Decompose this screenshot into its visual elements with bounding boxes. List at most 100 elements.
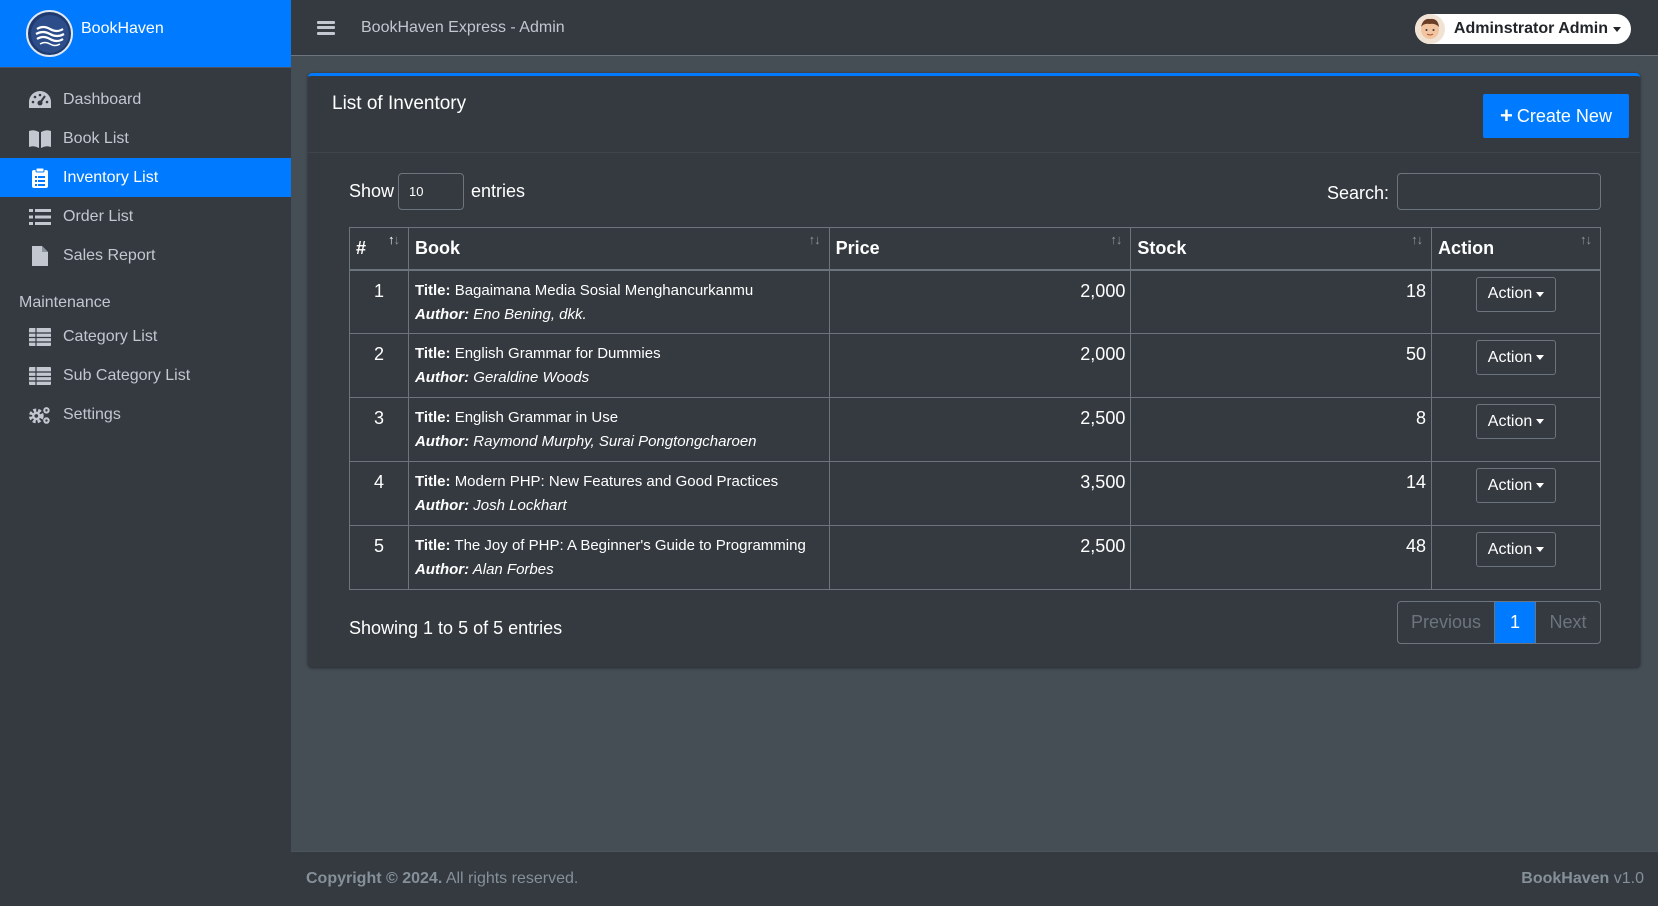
column-header-stock[interactable]: Stock ↑↓ <box>1130 227 1433 271</box>
sidebar-item-label: Book List <box>63 129 129 147</box>
action-cell: Action <box>1431 333 1601 398</box>
footer: Copyright © 2024. All rights reserved. B… <box>291 851 1658 906</box>
clipboard-icon <box>28 167 52 189</box>
price-cell: 2,500 <box>828 397 1132 462</box>
top-navbar: BookHaven Express - Admin Adminstrator A… <box>291 0 1658 56</box>
book-title: Modern PHP: New Features and Good Practi… <box>454 473 779 490</box>
sort-icon: ↑↓ <box>1110 232 1122 247</box>
price-cell: 2,000 <box>828 269 1132 334</box>
action-cell: Action <box>1431 397 1601 462</box>
sidebar-item-label: Dashboard <box>63 90 142 108</box>
table-info: Showing 1 to 5 of 5 entries <box>349 618 563 638</box>
brand-link[interactable]: BookHaven <box>0 0 291 68</box>
action-cell: Action <box>1431 269 1601 334</box>
entries-length-select[interactable]: 10 <box>398 173 464 210</box>
column-header-number[interactable]: # ↑↓ <box>349 227 409 271</box>
action-cell: Action <box>1431 525 1601 590</box>
action-dropdown-button[interactable]: Action <box>1476 468 1557 503</box>
inventory-card: List of Inventory + Create New Show 10 e… <box>308 73 1640 667</box>
dashboard-icon <box>28 89 52 111</box>
table-icon <box>28 326 52 348</box>
action-dropdown-button[interactable]: Action <box>1476 532 1557 567</box>
column-header-book[interactable]: Book ↑↓ <box>407 227 830 271</box>
table-row: 3 Title: English Grammar in Use Author: … <box>349 397 1601 462</box>
chevron-down-icon <box>1536 355 1545 360</box>
user-menu-dropdown[interactable]: Adminstrator Admin <box>1414 14 1631 44</box>
chevron-down-icon <box>1536 291 1545 297</box>
book-author: Alan Forbes <box>472 561 554 578</box>
sidebar-item-order-list[interactable]: Order List <box>0 197 291 236</box>
gears-icon <box>28 404 52 426</box>
inventory-table: # ↑↓ Book ↑↓ Price ↑↓ Stock ↑↓ Action ↑↓ 1 Ti… <box>349 227 1601 590</box>
chevron-down-icon <box>1536 547 1545 552</box>
book-cell: Title: Modern PHP: New Features and Good… <box>407 461 830 526</box>
show-label: Show <box>349 181 395 201</box>
row-number: 4 <box>349 461 409 526</box>
brand-name: BookHaven <box>81 19 164 37</box>
card-header: List of Inventory + Create New <box>308 76 1640 153</box>
price-cell: 2,500 <box>828 525 1132 590</box>
footer-version: BookHaven v1.0 <box>1521 870 1644 887</box>
column-header-price[interactable]: Price ↑↓ <box>828 227 1132 271</box>
sort-icon: ↑↓ <box>1580 232 1592 247</box>
previous-page-button[interactable]: Previous <box>1398 602 1495 643</box>
sidebar-item-label: Inventory List <box>63 168 159 186</box>
book-author: Eno Bening, dkk. <box>473 305 587 323</box>
sidebar-item-label: Settings <box>63 405 121 423</box>
sidebar-item-sub-category-list[interactable]: Sub Category List <box>0 356 291 395</box>
chevron-down-icon <box>1613 26 1621 32</box>
row-number: 1 <box>349 269 409 334</box>
stock-cell: 8 <box>1130 397 1433 462</box>
sidebar-item-label: Sales Report <box>63 246 156 264</box>
stock-cell: 18 <box>1130 269 1433 334</box>
sidebar-item-label: Order List <box>63 207 134 225</box>
table-row: 2 Title: English Grammar for Dummies Aut… <box>349 333 1601 398</box>
table-header-row: # ↑↓ Book ↑↓ Price ↑↓ Stock ↑↓ Action ↑↓ <box>349 227 1601 271</box>
book-title: The Joy of PHP: A Beginner's Guide to Pr… <box>454 537 806 554</box>
sort-icon: ↑↓ <box>1411 232 1423 247</box>
user-name: Adminstrator Admin <box>1453 20 1608 37</box>
action-dropdown-button[interactable]: Action <box>1476 276 1557 312</box>
book-cell: Title: The Joy of PHP: A Beginner's Guid… <box>407 525 830 590</box>
table-controls: Show 10 entries Search: <box>349 173 1601 210</box>
chevron-down-icon <box>1536 419 1545 424</box>
search-label: Search: <box>1326 183 1389 203</box>
card-title: List of Inventory <box>332 93 467 114</box>
action-dropdown-button[interactable]: Action <box>1476 340 1557 375</box>
create-new-button[interactable]: + Create New <box>1483 94 1629 138</box>
book-author: Josh Lockhart <box>473 497 567 514</box>
avatar <box>1414 14 1445 44</box>
sidebar-item-inventory-list[interactable]: Inventory List <box>0 158 291 197</box>
book-title: English Grammar in Use <box>454 409 619 426</box>
sidebar-item-settings[interactable]: Settings <box>0 395 291 434</box>
sidebar-item-dashboard[interactable]: Dashboard <box>0 80 291 119</box>
page-1-button[interactable]: 1 <box>1495 602 1535 643</box>
sidebar-item-label: Category List <box>63 327 158 345</box>
book-cell: Title: English Grammar for Dummies Autho… <box>407 333 830 398</box>
menu-toggle-icon[interactable] <box>317 20 335 35</box>
next-page-button[interactable]: Next <box>1535 602 1600 643</box>
sidebar-item-label: Sub Category List <box>63 366 191 384</box>
sidebar-item-book-list[interactable]: Book List <box>0 119 291 158</box>
table-row: 5 Title: The Joy of PHP: A Beginner's Gu… <box>349 525 1601 590</box>
column-header-action[interactable]: Action ↑↓ <box>1431 227 1601 271</box>
table-row: 1 Title: Bagaimana Media Sosial Menghanc… <box>349 269 1601 334</box>
book-author: Raymond Murphy, Surai Pongtongcharoen <box>473 433 757 450</box>
action-dropdown-button[interactable]: Action <box>1476 404 1557 439</box>
sort-icon: ↑↓ <box>808 232 821 247</box>
pagination: Previous 1 Next <box>1397 601 1601 644</box>
sidebar-nav: Dashboard Book List Inventory List Order… <box>0 80 291 434</box>
plus-icon: + <box>1500 103 1513 128</box>
row-number: 2 <box>349 333 409 398</box>
chevron-down-icon <box>1536 483 1545 488</box>
search-input[interactable] <box>1397 173 1601 210</box>
file-icon <box>28 245 52 267</box>
book-title: Bagaimana Media Sosial Menghancurkanmu <box>454 281 754 299</box>
sidebar-item-sales-report[interactable]: Sales Report <box>0 236 291 275</box>
sidebar-item-category-list[interactable]: Category List <box>0 317 291 356</box>
brand-logo <box>26 10 73 57</box>
create-new-label: Create New <box>1516 105 1612 126</box>
book-title: English Grammar for Dummies <box>454 345 661 362</box>
book-cell: Title: Bagaimana Media Sosial Menghancur… <box>407 269 830 334</box>
entries-label: entries <box>471 181 526 201</box>
